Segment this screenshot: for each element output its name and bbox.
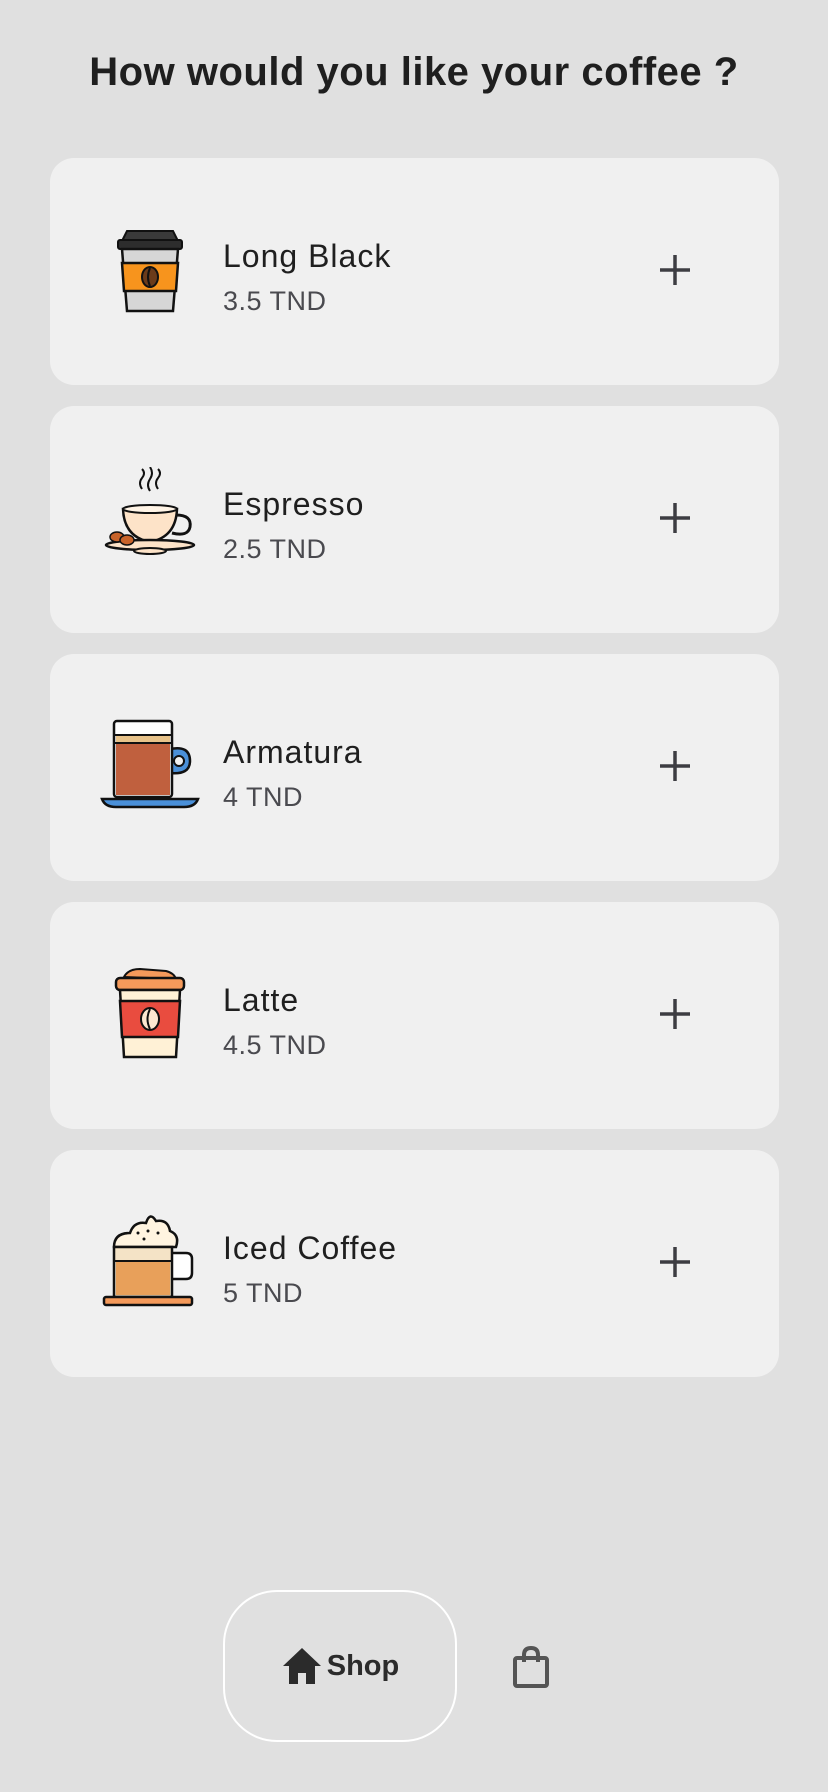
product-name: Espresso (223, 486, 365, 522)
coffee-shop-page: How would you like your coffee ? Long Bl… (0, 0, 828, 1792)
product-card-latte: Latte 4.5 TND (50, 902, 779, 1129)
cream-mug-icon (102, 1215, 194, 1307)
product-card-long-black: Long Black 3.5 TND (50, 158, 779, 385)
product-price: 4 TND (223, 782, 304, 812)
plus-icon (660, 751, 690, 781)
espresso-cup-icon (104, 467, 196, 555)
add-button[interactable] (640, 1227, 710, 1297)
bottom-navigation: Shop (0, 1590, 828, 1742)
takeaway-cup-red-icon (114, 967, 186, 1059)
product-card-iced-coffee: Iced Coffee 5 TND (50, 1150, 779, 1377)
home-icon (282, 1648, 321, 1684)
nav-shop-button[interactable]: Shop (223, 1590, 457, 1742)
nav-shop-label: Shop (326, 1649, 400, 1682)
shopping-bag-icon[interactable] (510, 1646, 552, 1688)
plus-icon (660, 503, 690, 533)
plus-icon (660, 255, 690, 285)
product-name: Latte (223, 982, 300, 1018)
add-button[interactable] (640, 731, 710, 801)
plus-icon (660, 1247, 690, 1277)
glass-mug-icon (100, 719, 200, 809)
product-card-espresso: Espresso 2.5 TND (50, 406, 779, 633)
product-name: Armatura (223, 734, 363, 770)
product-list: Long Black 3.5 TND Espresso 2.5 TND Arma… (50, 158, 779, 1398)
product-price: 2.5 TND (223, 534, 327, 564)
add-button[interactable] (640, 483, 710, 553)
add-button[interactable] (640, 979, 710, 1049)
product-price: 5 TND (223, 1278, 304, 1308)
add-button[interactable] (640, 235, 710, 305)
product-price: 3.5 TND (223, 286, 327, 316)
product-price: 4.5 TND (223, 1030, 327, 1060)
product-card-armatura: Armatura 4 TND (50, 654, 779, 881)
page-title: How would you like your coffee ? (89, 50, 739, 94)
plus-icon (660, 999, 690, 1029)
product-name: Long Black (223, 238, 392, 274)
product-name: Iced Coffee (223, 1230, 398, 1266)
takeaway-cup-orange-icon (117, 230, 183, 313)
